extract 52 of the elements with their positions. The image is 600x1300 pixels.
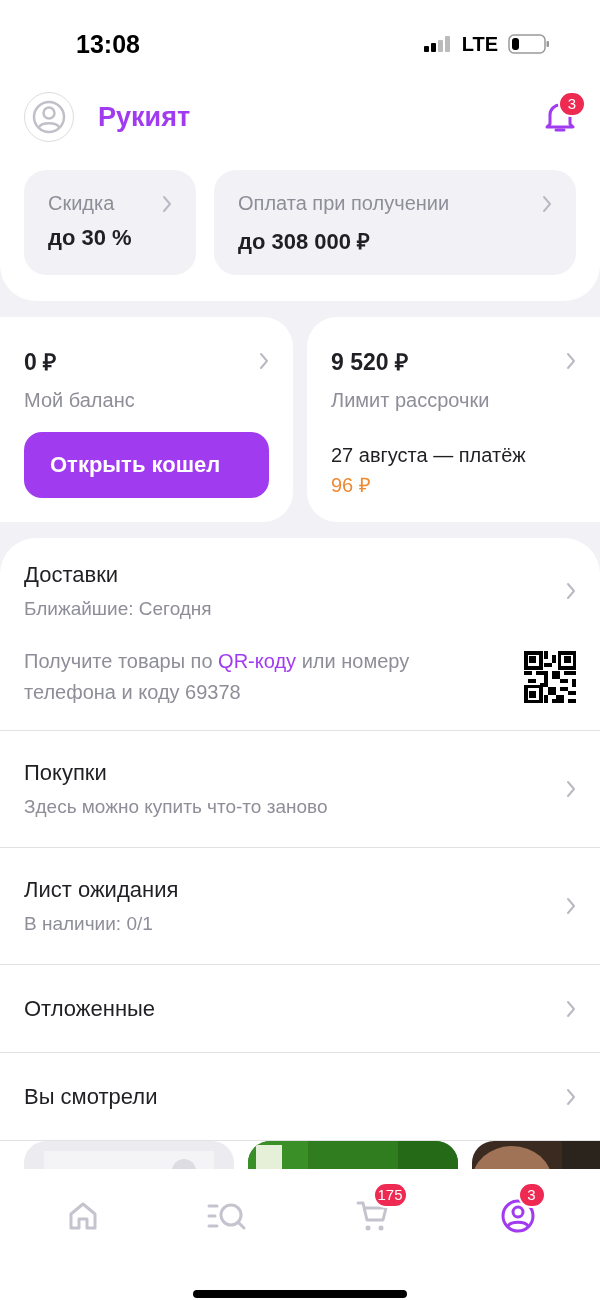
menu-title: Покупки bbox=[24, 760, 108, 786]
count-badge: 3 bbox=[517, 1182, 546, 1208]
payment-amount: 96 ₽ bbox=[331, 473, 372, 498]
balance-card[interactable]: 0 ₽ Мой баланс Открыть кошел bbox=[0, 317, 293, 522]
menu-subtitle: Здесь можно купить что-то заново bbox=[24, 796, 328, 818]
tab[interactable]: 3 bbox=[469, 1180, 566, 1252]
perk-card[interactable]: Скидка до 30 % bbox=[24, 170, 196, 275]
chevron-icon bbox=[259, 352, 269, 370]
user-name: Рукият bbox=[98, 101, 192, 133]
chevron-icon bbox=[566, 582, 576, 600]
qr-code-icon[interactable] bbox=[524, 651, 576, 703]
chevron-icon bbox=[566, 780, 576, 798]
perk-card[interactable]: Оплата при получении до 308 000 ₽ bbox=[214, 170, 576, 275]
payment-date: 27 августа — платёж bbox=[331, 444, 527, 467]
network-type: LTE bbox=[461, 32, 498, 56]
menu-item[interactable]: Лист ожидания В наличии: 0/1 bbox=[0, 848, 600, 965]
qr-link[interactable]: QR-коду bbox=[218, 650, 297, 672]
installment-card[interactable]: 9 520 ₽ Лимит рассрочки 27 августа — платёж 96 ₽ bbox=[307, 317, 600, 522]
menu-title: Доставки bbox=[24, 562, 120, 588]
installment-label: Лимит рассрочки bbox=[331, 389, 491, 412]
balance-amount: 0 ₽ bbox=[24, 348, 57, 377]
tab[interactable]: 175 bbox=[324, 1180, 421, 1252]
menu-item[interactable]: Отложенные bbox=[0, 965, 600, 1053]
notification-badge: 3 bbox=[558, 91, 586, 117]
cart-icon[interactable] bbox=[355, 1199, 390, 1233]
open-wallet-button[interactable]: Открыть кошел bbox=[24, 432, 269, 498]
chevron-icon bbox=[566, 352, 576, 370]
menu-title: Лист ожидания bbox=[24, 877, 179, 903]
perk-label: Скидка bbox=[48, 192, 115, 215]
status-time: 13:08 bbox=[76, 29, 140, 59]
chevron-icon bbox=[566, 999, 576, 1018]
perk-value: до 30 % bbox=[48, 225, 133, 251]
balance-label: Мой баланс bbox=[24, 389, 136, 412]
perk-value: до 308 000 ₽ bbox=[238, 228, 372, 255]
menu-subtitle: В наличии: 0/1 bbox=[24, 913, 154, 935]
menu-title: Вы смотрели bbox=[24, 1083, 158, 1110]
chevron-icon bbox=[566, 897, 576, 915]
count-badge: 175 bbox=[372, 1182, 408, 1208]
perk-label: Оплата при получении bbox=[238, 192, 450, 215]
menu-item[interactable]: Доставки Ближайшие: Сегодня Получите товары по QR-коду или номеру телефона и коду 69378 bbox=[0, 538, 600, 731]
menu-title: Отложенные bbox=[24, 995, 156, 1022]
menu-item[interactable]: Покупки Здесь можно купить что-то заново bbox=[0, 731, 600, 848]
user-icon bbox=[32, 100, 66, 134]
chevron-icon bbox=[542, 194, 552, 213]
installment-amount: 9 520 ₽ bbox=[331, 348, 408, 377]
chevron-icon bbox=[566, 1087, 576, 1106]
menu-subtitle: Ближайшие: Сегодня bbox=[24, 598, 212, 620]
pickup-hint: Получите товары по QR-коду или номеру телефона и коду 69378 bbox=[24, 649, 411, 705]
chevron-icon bbox=[162, 194, 172, 213]
profile-icon[interactable] bbox=[500, 1199, 535, 1233]
signal-icon bbox=[423, 36, 452, 52]
battery-icon bbox=[508, 34, 550, 54]
